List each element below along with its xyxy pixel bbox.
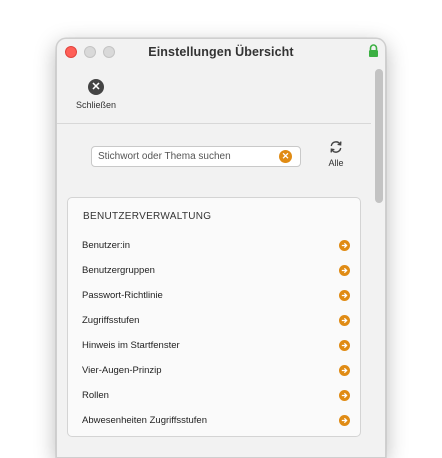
- refresh-icon: [330, 141, 342, 153]
- arrow-right-icon: [339, 415, 350, 426]
- arrow-right-icon: [339, 290, 350, 301]
- list-item-label: Passwort-Richtlinie: [82, 290, 163, 301]
- list-item-label: Zugriffsstufen: [82, 315, 140, 326]
- arrow-right-icon: [339, 390, 350, 401]
- arrow-right-icon: [339, 240, 350, 251]
- close-button-label: Schließen: [75, 100, 117, 110]
- window-controls: [65, 46, 115, 58]
- lock-icon: [369, 44, 378, 57]
- section-title: BENUTZERVERWALTUNG: [83, 211, 212, 222]
- list-item-label: Benutzer:in: [82, 240, 131, 251]
- scrollbar-thumb[interactable]: [375, 69, 383, 203]
- settings-list: Benutzer:in Benutzergruppen Passwort-Ric…: [68, 233, 360, 433]
- show-all-button[interactable]: Alle: [321, 140, 351, 168]
- list-item[interactable]: Benutzergruppen: [68, 258, 360, 283]
- settings-window: Einstellungen Übersicht ✕ Schließen ✕ Al…: [56, 38, 386, 458]
- search-row: ✕ Alle: [57, 124, 385, 190]
- list-item[interactable]: Vier-Augen-Prinzip: [68, 358, 360, 383]
- arrow-right-icon: [339, 265, 350, 276]
- list-item[interactable]: Zugriffsstufen: [68, 308, 360, 333]
- vertical-scrollbar[interactable]: [375, 69, 383, 209]
- list-item[interactable]: Passwort-Richtlinie: [68, 283, 360, 308]
- section-panel: BENUTZERVERWALTUNG Benutzer:in Benutzerg…: [67, 197, 361, 437]
- list-item-label: Abwesenheiten Zugriffsstufen: [82, 415, 207, 426]
- search-input[interactable]: [91, 146, 301, 167]
- list-item-label: Hinweis im Startfenster: [82, 340, 180, 351]
- window-title: Einstellungen Übersicht: [148, 45, 294, 59]
- close-icon: ✕: [88, 79, 104, 95]
- toolbar: ✕ Schließen: [57, 65, 385, 123]
- list-item-label: Benutzergruppen: [82, 265, 155, 276]
- arrow-right-icon: [339, 365, 350, 376]
- list-item[interactable]: Abwesenheiten Zugriffsstufen: [68, 408, 360, 433]
- show-all-label: Alle: [328, 158, 344, 168]
- window-zoom-button[interactable]: [103, 46, 115, 58]
- list-item-label: Rollen: [82, 390, 109, 401]
- list-item[interactable]: Benutzer:in: [68, 233, 360, 258]
- list-item-label: Vier-Augen-Prinzip: [82, 365, 162, 376]
- title-bar: Einstellungen Übersicht: [57, 39, 385, 65]
- arrow-right-icon: [339, 340, 350, 351]
- arrow-right-icon: [339, 315, 350, 326]
- list-item[interactable]: Rollen: [68, 383, 360, 408]
- close-button[interactable]: ✕ Schließen: [73, 79, 119, 110]
- list-item[interactable]: Hinweis im Startfenster: [68, 333, 360, 358]
- window-close-button[interactable]: [65, 46, 77, 58]
- window-minimize-button[interactable]: [84, 46, 96, 58]
- clear-search-icon[interactable]: ✕: [279, 150, 292, 163]
